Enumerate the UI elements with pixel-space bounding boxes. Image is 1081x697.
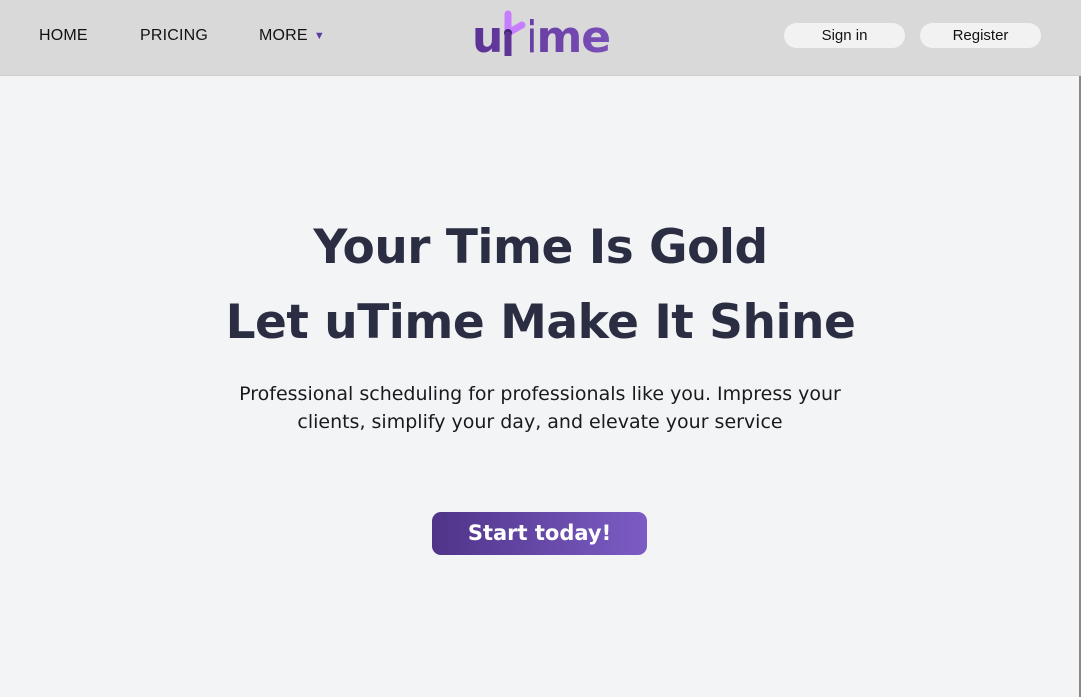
hero-title-line1: Your Time Is Gold <box>313 220 768 275</box>
logo-wordmark: utime <box>472 8 611 68</box>
logo[interactable]: utime <box>470 4 612 66</box>
start-today-button[interactable]: Start today! <box>432 512 647 555</box>
nav-home-link[interactable]: HOME <box>39 25 88 47</box>
nav-more-label: MORE <box>259 27 308 44</box>
chevron-down-icon: ▼ <box>313 30 325 42</box>
nav-more-dropdown[interactable]: MORE ▼ <box>259 25 325 47</box>
navbar: HOME PRICING MORE ▼ utime Sign in Regist… <box>0 0 1081 76</box>
nav-pricing-link[interactable]: PRICING <box>140 25 208 47</box>
clock-hand-icon <box>500 8 530 56</box>
sign-in-button[interactable]: Sign in <box>784 23 905 48</box>
register-button[interactable]: Register <box>920 23 1041 48</box>
hero-subtitle: Professional scheduling for professional… <box>239 383 841 433</box>
hero-title-line2: Let uTime Make It Shine <box>225 295 856 350</box>
